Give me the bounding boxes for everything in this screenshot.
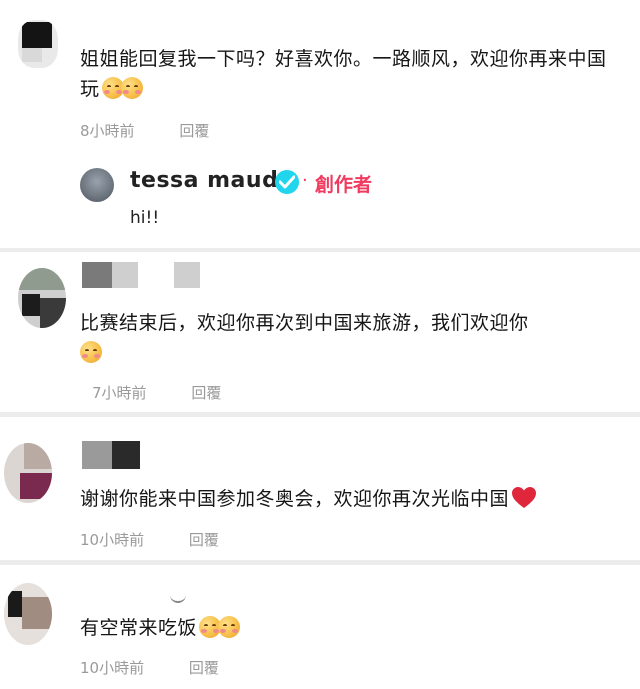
blurred-username [82,262,212,292]
separator-dot: · [302,170,308,191]
reply-button[interactable]: 回覆 [189,529,219,550]
comment-body: 谢谢你能来中国参加冬奥会，欢迎你再次光临中国 [80,488,510,510]
timestamp: 10小時前 [80,659,145,677]
avatar[interactable] [4,583,52,645]
timestamp: 7小時前 [92,384,147,402]
avatar[interactable] [18,20,58,68]
comments-screenshot: 姐姐能回复我一下吗？好喜欢你。一路顺风，欢迎你再来中国玩 8小時前 回覆 tes… [0,0,640,689]
reply-button[interactable]: 回覆 [179,120,209,141]
emoji-group [199,616,241,647]
timestamp: 10小時前 [80,531,145,549]
comment-body: 比赛结束后，欢迎你再次到中国来旅游，我们欢迎你 [80,312,529,334]
smiling-face-with-hearts-icon [120,77,143,99]
comment-meta: 10小時前 回覆 [80,657,219,678]
timestamp: 8小時前 [80,122,135,140]
comment-text: 有空常来吃饭 [80,613,620,647]
comment-meta: 8小時前 回覆 [80,120,209,141]
comment-text: 谢谢你能来中国参加冬奥会，欢迎你再次光临中国 [80,484,630,514]
reply-button[interactable]: 回覆 [189,657,219,678]
reply-button[interactable]: 回覆 [191,382,221,403]
comment-card: 有空常来吃饭 10小時前 回覆 [0,565,640,689]
blurred-username [170,595,190,605]
comment-card: 姐姐能回复我一下吗？好喜欢你。一路顺风，欢迎你再来中国玩 8小時前 回覆 tes… [0,0,640,248]
blurred-username [82,441,152,471]
red-heart-icon [512,487,537,508]
emoji-group [101,77,143,108]
smiling-face-with-hearts-icon [80,341,102,363]
comment-text: 姐姐能回复我一下吗？好喜欢你。一路顺风，欢迎你再来中国玩 [80,44,610,108]
creator-name[interactable]: tessa maud [130,168,278,193]
emoji-group [80,341,102,372]
avatar[interactable] [18,268,66,328]
comment-card: 比赛结束后，欢迎你再次到中国来旅游，我们欢迎你 7小時前 回覆 [0,252,640,412]
creator-avatar[interactable] [80,168,114,202]
comment-text: 比赛结束后，欢迎你再次到中国来旅游，我们欢迎你 [80,308,625,372]
comment-card: 谢谢你能来中国参加冬奥会，欢迎你再次光临中国 10小時前 回覆 [0,417,640,560]
comment-body: 有空常来吃饭 [80,617,198,639]
verified-badge-icon [275,170,299,194]
reply-text: hi!! [130,208,160,228]
smiling-face-with-hearts-icon [218,616,241,638]
creator-label: 創作者 [315,174,373,196]
comment-meta: 7小時前 回覆 [92,382,221,403]
comment-meta: 10小時前 回覆 [80,529,219,550]
avatar[interactable] [4,443,52,503]
comment-body: 姐姐能回复我一下吗？好喜欢你。一路顺风，欢迎你再来中国玩 [80,48,607,100]
